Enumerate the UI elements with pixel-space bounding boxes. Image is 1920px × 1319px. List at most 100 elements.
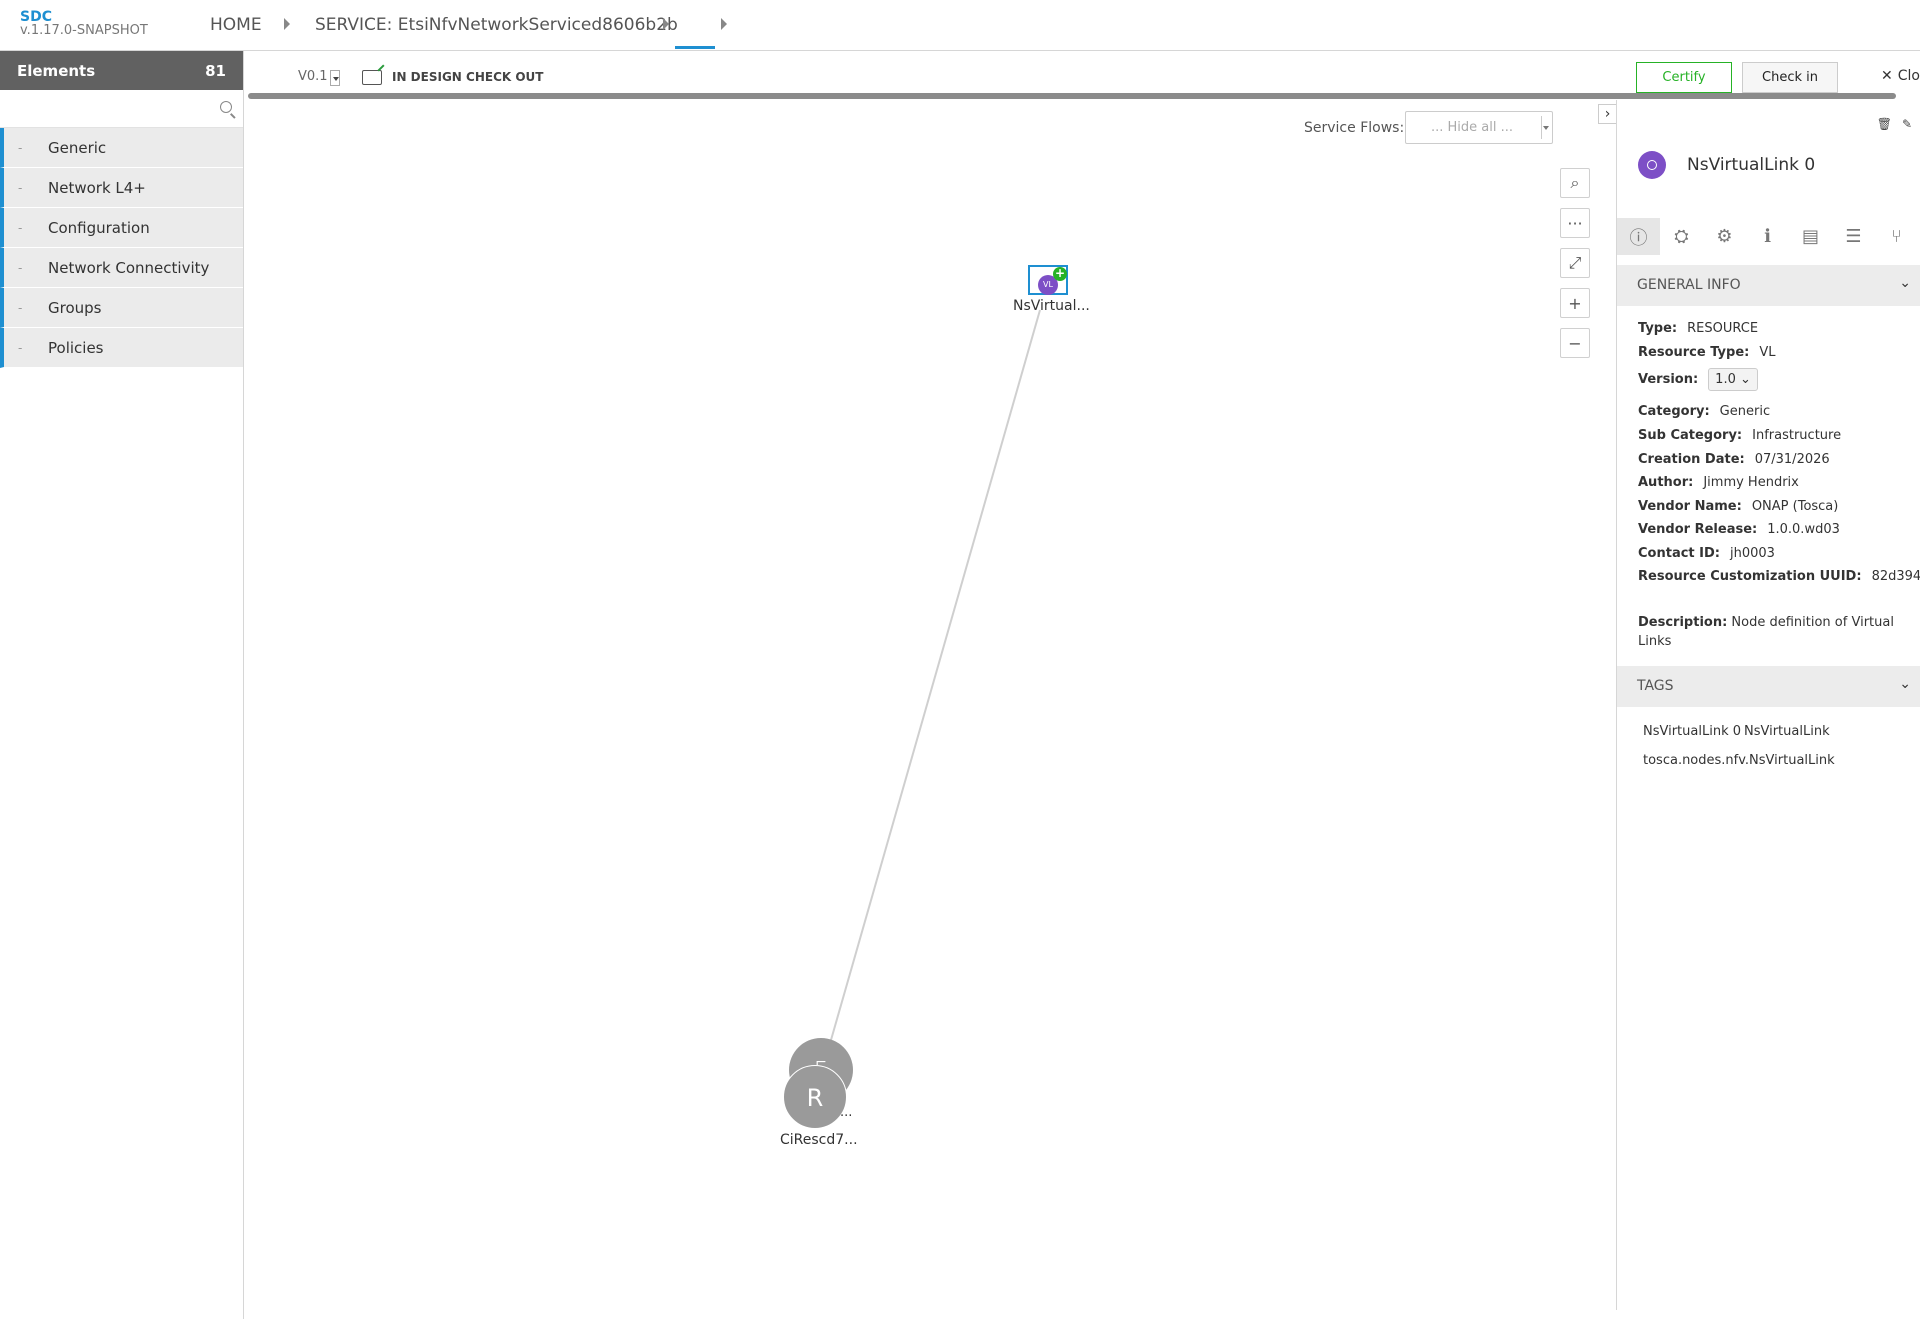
more-options-button[interactable]: ··· bbox=[1560, 208, 1590, 238]
tab-artifacts[interactable]: ▤ bbox=[1789, 218, 1832, 255]
lifecycle-status: IN DESIGN CHECK OUT bbox=[392, 70, 544, 84]
close-button[interactable]: ✕ Clo bbox=[1881, 68, 1920, 84]
service-flows-select[interactable]: ... Hide all ... bbox=[1405, 111, 1553, 144]
search-icon[interactable] bbox=[220, 101, 232, 113]
field-key: Author: bbox=[1638, 475, 1694, 490]
info-subcategory: Sub Category: Infrastructure bbox=[1638, 428, 1841, 443]
info-author: Author: Jimmy Hendrix bbox=[1638, 475, 1799, 490]
nav-home[interactable]: HOME bbox=[210, 15, 262, 35]
plus-icon[interactable]: + bbox=[1053, 267, 1067, 281]
group-label: Generic bbox=[48, 138, 107, 157]
field-value: 1.0.0.wd03 bbox=[1767, 522, 1840, 537]
node-label: NsVirtual... bbox=[1013, 298, 1090, 314]
app-version: v.1.17.0-SNAPSHOT bbox=[20, 23, 148, 38]
checkout-status-icon bbox=[362, 70, 382, 85]
palette-group-groups[interactable]: - Groups bbox=[0, 288, 243, 328]
version-dropdown[interactable]: 1.0 ⌄ bbox=[1708, 368, 1758, 391]
info-version: Version: 1.0 ⌄ bbox=[1638, 368, 1758, 391]
checkin-button[interactable]: Check in bbox=[1742, 62, 1838, 93]
info-category: Category: Generic bbox=[1638, 404, 1770, 419]
node-label: CiRescd7... bbox=[780, 1132, 858, 1148]
info-customization-uuid: Resource Customization UUID: 82d394... bbox=[1638, 569, 1920, 584]
service-flows-value: ... Hide all ... bbox=[1431, 120, 1514, 135]
collapse-dash-icon: - bbox=[18, 180, 23, 195]
tab-api[interactable]: ☰ bbox=[1832, 218, 1875, 255]
fit-to-screen-button[interactable]: ⤢ bbox=[1560, 248, 1590, 278]
breadcrumb-arrow-icon[interactable] bbox=[721, 18, 727, 30]
zoom-search-button[interactable]: ⌕ bbox=[1560, 168, 1590, 198]
info-description: Description: Node definition of Virtual … bbox=[1638, 613, 1908, 651]
relations-icon: ⑂ bbox=[1891, 226, 1902, 247]
collapse-dash-icon: - bbox=[18, 140, 23, 155]
field-key: Creation Date: bbox=[1638, 452, 1745, 467]
node-ci-resource[interactable]: R bbox=[783, 1065, 847, 1129]
palette-group-configuration[interactable]: - Configuration bbox=[0, 208, 243, 248]
service-flows-label: Service Flows: bbox=[1304, 120, 1405, 136]
version-select[interactable]: V0.1 bbox=[298, 69, 328, 84]
minus-icon: − bbox=[1568, 333, 1582, 353]
chevron-down-icon[interactable]: ⌄ bbox=[1899, 676, 1911, 692]
field-value: RESOURCE bbox=[1687, 321, 1759, 336]
field-value: 82d394... bbox=[1871, 569, 1920, 584]
info-type: Type: RESOURCE bbox=[1638, 321, 1758, 336]
collapse-dash-icon: - bbox=[18, 300, 23, 315]
certify-button[interactable]: Certify bbox=[1636, 62, 1732, 93]
zoom-in-button[interactable]: + bbox=[1560, 288, 1590, 318]
version-dropdown-icon[interactable] bbox=[330, 70, 340, 86]
tab-deployment[interactable]: ⛭ bbox=[1660, 218, 1703, 255]
palette-group-policies[interactable]: - Policies bbox=[0, 328, 243, 368]
field-key: Resource Type: bbox=[1638, 345, 1750, 360]
info-creation-date: Creation Date: 07/31/2026 bbox=[1638, 452, 1830, 467]
delete-icon[interactable]: 🗑 bbox=[1877, 117, 1892, 131]
palette-title: Elements bbox=[17, 61, 96, 80]
tags-header[interactable]: TAGS ⌄ bbox=[1617, 666, 1920, 707]
panel-collapse-toggle[interactable]: › bbox=[1598, 104, 1616, 124]
group-label: Configuration bbox=[48, 218, 150, 237]
info-vendor-release: Vendor Release: 1.0.0.wd03 bbox=[1638, 522, 1840, 537]
breadcrumb-arrow-icon[interactable] bbox=[663, 18, 669, 30]
field-value: Generic bbox=[1719, 404, 1771, 419]
info-icon: ⓘ bbox=[1629, 227, 1648, 249]
info-contact-id: Contact ID: jh0003 bbox=[1638, 546, 1775, 561]
archive-icon: ☰ bbox=[1845, 226, 1862, 247]
edit-icon[interactable]: ✎ bbox=[1902, 117, 1912, 131]
horizontal-scrollbar[interactable] bbox=[248, 93, 1896, 99]
palette-group-network-l4[interactable]: - Network L4+ bbox=[0, 168, 243, 208]
palette-search bbox=[0, 90, 243, 128]
chevron-down-icon[interactable]: ⌄ bbox=[1899, 275, 1911, 291]
breadcrumb-arrow-icon[interactable] bbox=[284, 18, 290, 30]
tab-relations[interactable]: ⑂ bbox=[1875, 218, 1918, 255]
field-key: Vendor Release: bbox=[1638, 522, 1758, 537]
top-header: SDC v.1.17.0-SNAPSHOT HOME SERVICE: Etsi… bbox=[0, 0, 1920, 51]
active-nav-underline bbox=[675, 46, 715, 49]
general-info-header[interactable]: GENERAL INFO ⌄ bbox=[1617, 265, 1920, 306]
field-key: Resource Customization UUID: bbox=[1638, 569, 1862, 584]
collapse-dash-icon: - bbox=[18, 340, 23, 355]
field-key: Vendor Name: bbox=[1638, 499, 1742, 514]
clipboard-icon: ▤ bbox=[1801, 226, 1819, 247]
node-nsvirtuallink[interactable]: VL + bbox=[1028, 265, 1068, 295]
expand-icon: ⤢ bbox=[1568, 253, 1582, 272]
zoom-out-button[interactable]: − bbox=[1560, 328, 1590, 358]
tab-information[interactable]: ℹ bbox=[1746, 218, 1789, 255]
palette-search-input[interactable] bbox=[0, 90, 243, 127]
more-icon: ··· bbox=[1567, 213, 1583, 233]
elements-palette: Elements 81 - Generic - Network L4+ - Confi… bbox=[0, 51, 244, 1319]
tab-general-info[interactable]: ⓘ bbox=[1617, 218, 1660, 255]
field-key: Description: bbox=[1638, 615, 1728, 630]
chevron-down-icon: ⌄ bbox=[1740, 372, 1751, 387]
tag-item: tosca.nodes.nfv.NsVirtualLink bbox=[1643, 753, 1835, 768]
field-value: Jimmy Hendrix bbox=[1703, 475, 1799, 490]
component-name: NsVirtualLink 0 bbox=[1687, 155, 1816, 175]
palette-group-network-connectivity[interactable]: - Network Connectivity bbox=[0, 248, 243, 288]
nav-service[interactable]: SERVICE: EtsiNfvNetworkServiced8606b2b bbox=[315, 15, 678, 35]
collapse-dash-icon: - bbox=[18, 220, 23, 235]
tab-properties[interactable]: ⚙ bbox=[1703, 218, 1746, 255]
field-key: Category: bbox=[1638, 404, 1710, 419]
panel-tabs: ⓘ ⛭ ⚙ ℹ ▤ ☰ ⑂ bbox=[1617, 218, 1920, 255]
info-vendor-name: Vendor Name: ONAP (Tosca) bbox=[1638, 499, 1838, 514]
group-label: Network Connectivity bbox=[48, 258, 210, 277]
palette-group-generic[interactable]: - Generic bbox=[0, 128, 243, 168]
composition-canvas[interactable]: Service Flows: ... Hide all ... ⌕ ··· ⤢ … bbox=[245, 100, 1615, 1308]
field-value: Infrastructure bbox=[1752, 428, 1842, 443]
